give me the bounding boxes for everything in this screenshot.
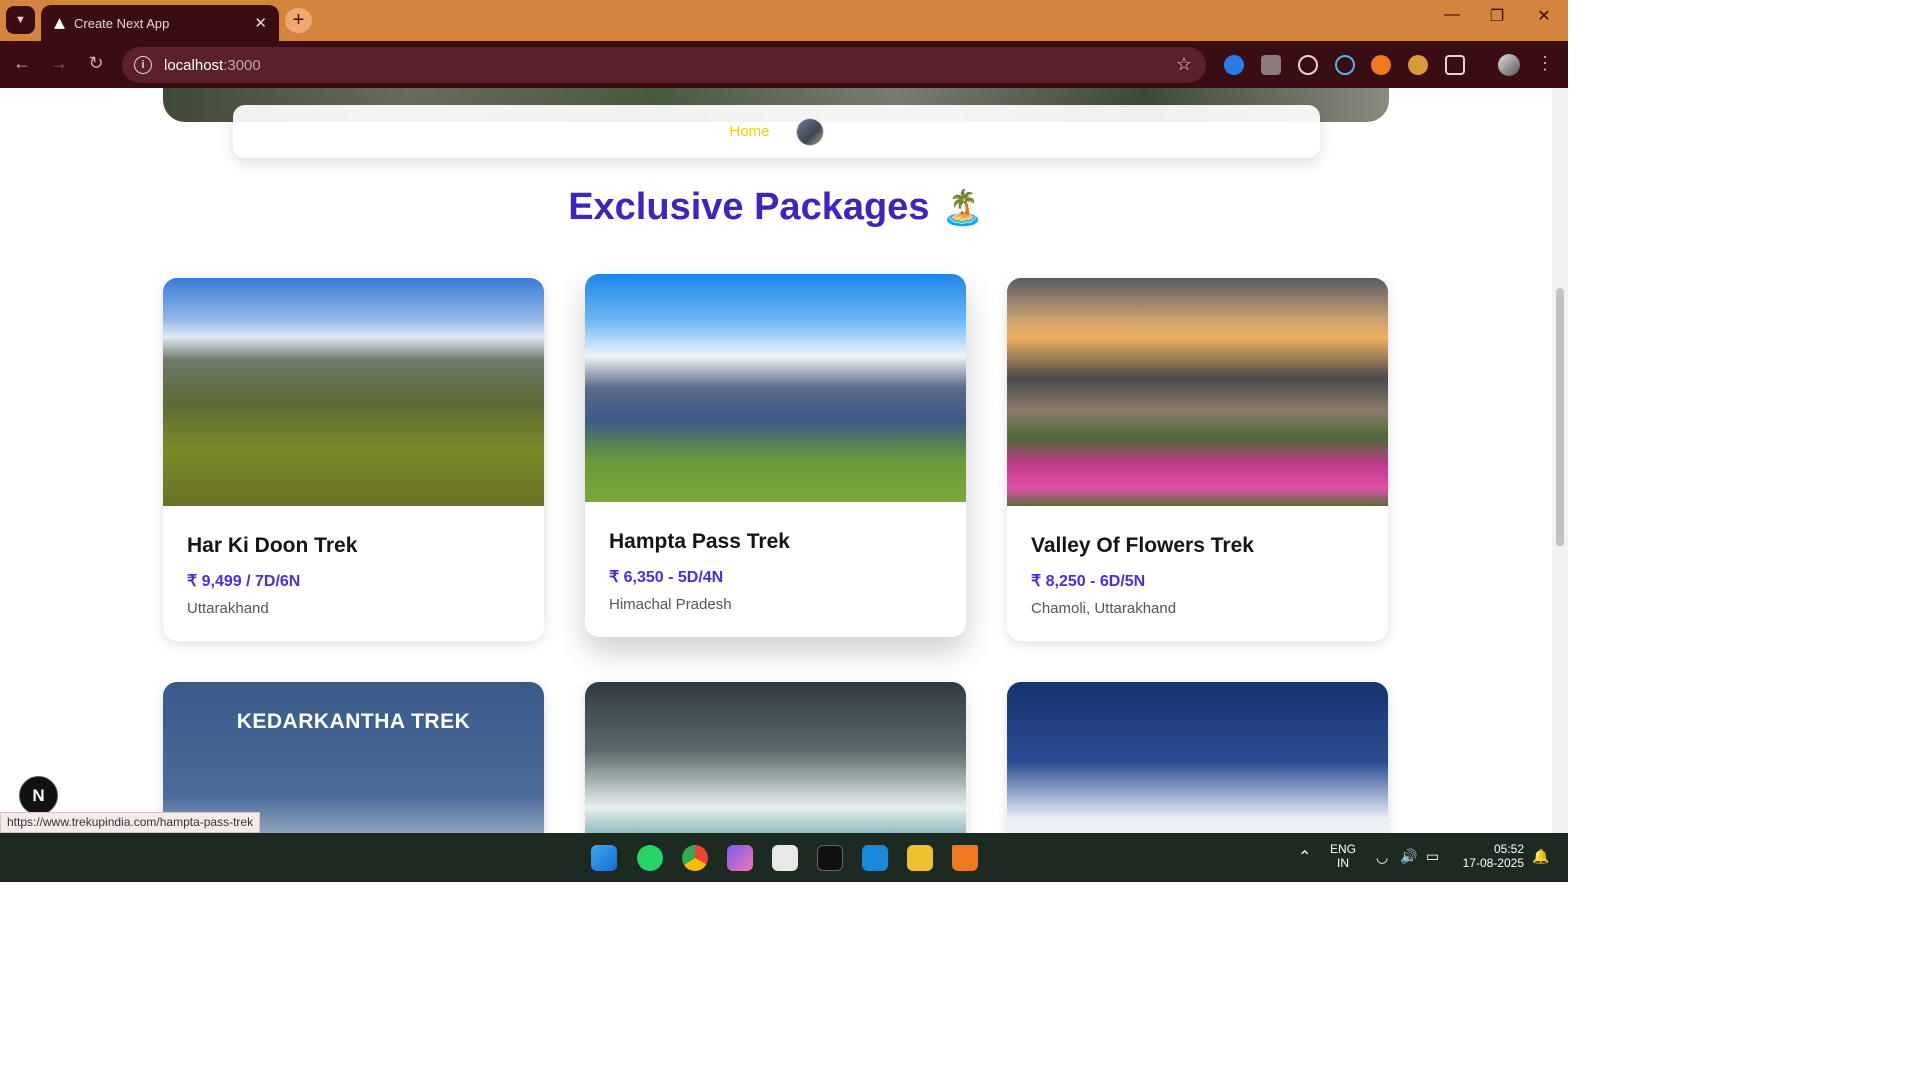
package-image [1007,682,1388,833]
link-status-bar: https://www.trekupindia.com/hampta-pass-… [0,812,261,833]
page-viewport: Home Exclusive Packages 🏝️ Har Ki Doon Tr… [0,88,1552,833]
language-indicator[interactable]: ENG IN [1330,842,1356,870]
chevron-up-icon[interactable]: ⌃ [1298,847,1311,867]
package-image [585,682,966,833]
url-host: localhost [164,56,224,74]
region-code: IN [1337,856,1349,870]
reload-icon[interactable]: ↻ [84,53,108,74]
package-image [1007,278,1388,506]
clock[interactable]: 05:52 17-08-2025 [1456,842,1524,870]
copilot-icon[interactable] [727,845,753,871]
new-tab-button[interactable]: + [285,8,312,33]
island-icon: 🏝️ [941,189,984,227]
package-image [585,274,966,502]
package-price: ₹ 9,499 / 7D/6N [187,573,301,590]
wifi-icon[interactable]: ◡ [1376,849,1388,866]
extension-3-icon[interactable] [1298,55,1318,75]
image-banner-text: KEDARKANTHA TREK [236,710,471,733]
page-scrollbar[interactable] [1552,88,1568,833]
site-info-icon[interactable]: i [134,56,152,74]
extension-5-icon[interactable] [1371,55,1391,75]
address-bar[interactable]: i localhost:3000 ☆ [122,47,1206,83]
user-avatar[interactable] [795,117,824,146]
restore-icon[interactable]: ❐ [1477,6,1517,26]
language-code: ENG [1330,842,1357,856]
package-location: Uttarakhand [187,600,269,617]
browser-toolbar: ← → ↻ i localhost:3000 ☆ ⋮ [0,41,1568,88]
browser-tab[interactable]: Create Next App ✕ [41,5,279,41]
vlc-icon[interactable] [952,845,978,871]
package-price: ₹ 8,250 - 6D/5N [1031,573,1146,590]
clock-date: 17-08-2025 [1462,856,1524,870]
package-card[interactable]: KEDARKANTHA TREK [163,682,544,833]
section-heading: Exclusive Packages 🏝️ [0,186,1552,229]
tab-search-button[interactable]: ▼ [6,6,35,34]
start-menu-icon[interactable] [591,845,617,871]
package-location: Chamoli, Uttarakhand [1031,600,1177,617]
battery-icon[interactable]: ▭ [1426,848,1439,865]
package-image [163,278,544,506]
vscode-icon[interactable] [862,845,888,871]
menu-dots-icon[interactable]: ⋮ [1533,53,1557,74]
react-devtools-icon[interactable] [1335,55,1355,75]
whatsapp-icon[interactable] [637,845,663,871]
scrollbar-thumb[interactable] [1556,288,1564,546]
package-card[interactable]: Hampta Pass Trek ₹ 6,350 - 5D/4N Himacha… [585,274,966,637]
devhome-icon[interactable] [817,845,843,871]
package-name: Har Ki Doon Trek [187,534,358,557]
cookie-extension-icon[interactable] [1408,55,1428,75]
minimize-icon[interactable]: — [1432,6,1472,24]
nav-link-home[interactable]: Home [729,123,769,140]
bookmark-star-icon[interactable]: ☆ [1176,54,1192,75]
chevron-down-icon: ▼ [15,14,26,26]
close-window-icon[interactable]: ✕ [1524,6,1564,26]
tab-title: Create Next App [74,15,170,31]
back-icon[interactable]: ← [10,53,34,74]
microsoft-store-icon[interactable] [772,845,798,871]
extension-2-icon[interactable] [1261,55,1281,75]
nextjs-favicon-icon [54,17,65,29]
package-card[interactable] [585,682,966,833]
package-card[interactable]: Har Ki Doon Trek ₹ 9,499 / 7D/6N Uttarak… [163,278,544,641]
nextjs-dev-badge[interactable]: N [19,776,58,815]
package-price: ₹ 6,350 - 5D/4N [609,569,724,586]
package-name: Valley Of Flowers Trek [1031,534,1254,557]
browser-tab-bar: ▼ Create Next App ✕ + — ❐ ✕ [0,0,1568,41]
package-card[interactable]: Valley Of Flowers Trek ₹ 8,250 - 6D/5N C… [1007,278,1388,641]
extension-1-icon[interactable] [1224,55,1244,75]
chrome-icon[interactable] [682,845,708,871]
url-port: :3000 [223,56,261,74]
extensions-puzzle-icon[interactable] [1445,55,1465,75]
package-name: Hampta Pass Trek [609,530,790,553]
site-navbar: Home [233,105,1320,158]
package-card[interactable] [1007,682,1388,833]
package-image: KEDARKANTHA TREK [163,682,544,833]
volume-icon[interactable]: 🔊 [1400,848,1417,865]
section-heading-text: Exclusive Packages [568,186,930,228]
package-location: Himachal Pradesh [609,596,732,613]
os-taskbar: ⌃ ENG IN ◡ 🔊 ▭ 05:52 17-08-2025 🔔 [0,833,1568,882]
forward-icon[interactable]: → [47,53,71,74]
clock-time: 05:52 [1493,842,1524,856]
tab-close-icon[interactable]: ✕ [254,14,267,32]
file-explorer-icon[interactable] [907,845,933,871]
notifications-bell-icon[interactable]: 🔔 [1532,848,1549,865]
profile-avatar[interactable] [1498,54,1520,76]
